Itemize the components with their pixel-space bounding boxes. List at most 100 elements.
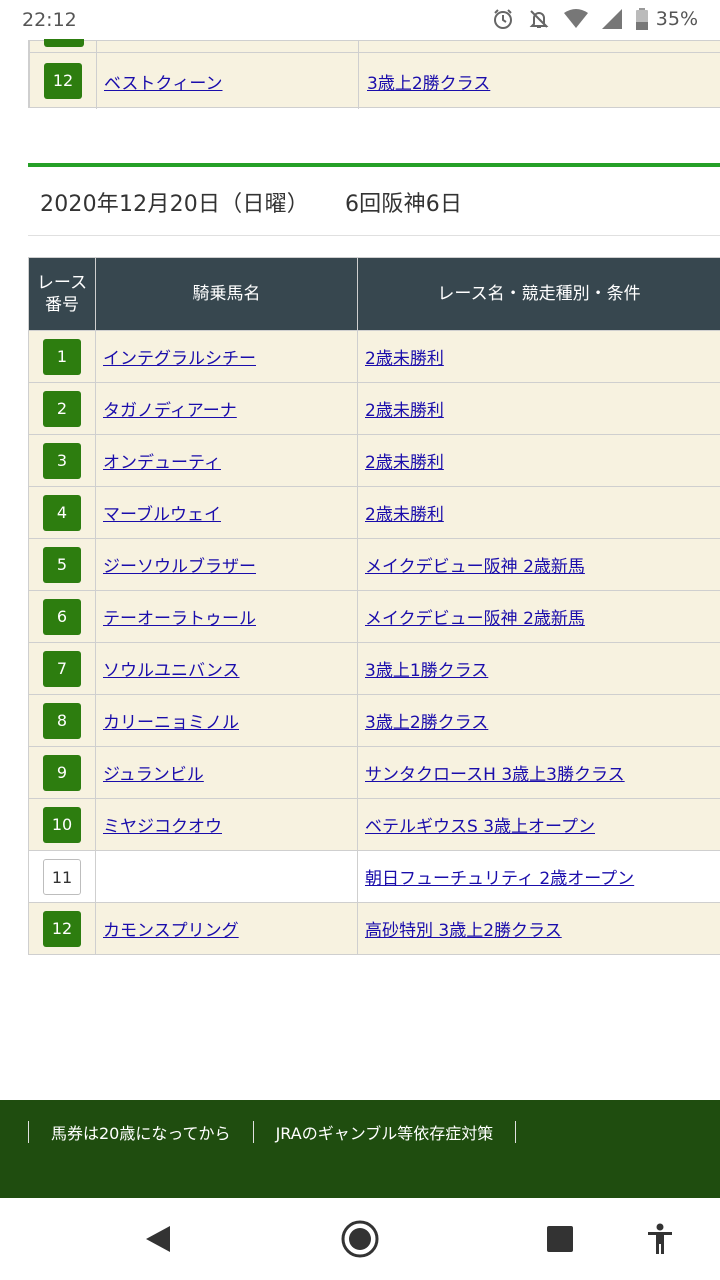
table-row: 8 カリーニョミノル 3歳上2勝クラス xyxy=(28,694,720,747)
race-rows: 1 インテグラルシチー 2歳未勝利 2 タガノディアーナ 2歳未勝利 3 オンデューティ 2歳未… xyxy=(28,330,720,955)
horse-link[interactable]: ベストクィーン xyxy=(104,69,223,94)
header-race-number: レース 番号 xyxy=(28,257,96,331)
horse-name-cell: インテグラルシチー xyxy=(95,330,358,383)
race-link[interactable]: 朝日フューチュリティ 2歳オープン xyxy=(365,869,634,889)
race-link[interactable]: 2歳未勝利 xyxy=(365,453,444,473)
header-horse-name: 騎乗馬名 xyxy=(95,257,358,331)
section-divider xyxy=(28,163,720,167)
race-number-cell: 7 xyxy=(28,642,96,695)
recents-button[interactable] xyxy=(520,1198,600,1280)
race-info-cell: 高砂特別 3歳上2勝クラス xyxy=(357,902,720,955)
table-row: 6 テーオーラトゥール メイクデビュー阪神 2歳新馬 xyxy=(28,590,720,643)
race-info-cell: 3歳上2勝クラス xyxy=(357,694,720,747)
race-info-cell: メイクデビュー阪神 2歳新馬 xyxy=(357,590,720,643)
race-number-cell: 9 xyxy=(28,746,96,799)
race-number-badge: 10 xyxy=(43,806,81,843)
race-link[interactable]: ベテルギウスS 3歳上オープン xyxy=(365,817,595,837)
back-icon xyxy=(146,1226,170,1252)
race-link[interactable]: 2歳未勝利 xyxy=(365,401,444,421)
horse-link[interactable]: ジュランビル xyxy=(103,765,204,785)
status-bar: 22:12 35% xyxy=(0,0,720,42)
table-row: 9 ジュランビル サンタクロースH 3歳上3勝クラス xyxy=(28,746,720,799)
heading-divider xyxy=(28,235,720,236)
horse-link[interactable]: カモンスプリング xyxy=(103,921,239,941)
race-number-badge: 5 xyxy=(43,546,81,583)
table-row: 10 ミヤジコクオウ ベテルギウスS 3歳上オープン xyxy=(28,798,720,851)
back-button[interactable] xyxy=(118,1198,198,1280)
race-info-cell: 3歳上1勝クラス xyxy=(357,642,720,695)
home-icon xyxy=(341,1220,379,1258)
race-info-cell: 2歳未勝利 xyxy=(357,330,720,383)
race-link[interactable]: 3歳上2勝クラス xyxy=(365,713,488,733)
race-info-cell: 2歳未勝利 xyxy=(357,434,720,487)
race-venue: 6回阪神6日 xyxy=(344,192,463,217)
recents-icon xyxy=(547,1226,573,1252)
accessibility-icon xyxy=(648,1223,672,1254)
table-row: 12 カモンスプリング 高砂特別 3歳上2勝クラス xyxy=(28,902,720,955)
table-header-row: レース 番号 騎乗馬名 レース名・競走種別・条件 xyxy=(28,257,720,331)
status-time: 22:12 xyxy=(22,9,77,31)
horse-name-cell: ジーソウルブラザー xyxy=(95,538,358,591)
race-link[interactable]: 3歳上1勝クラス xyxy=(365,661,488,681)
race-link[interactable]: メイクデビュー阪神 2歳新馬 xyxy=(365,609,585,629)
horse-link[interactable]: テーオーラトゥール xyxy=(103,609,256,629)
navigation-bar xyxy=(0,1198,720,1280)
race-number-badge: 2 xyxy=(43,390,81,427)
horse-name-cell: マーブルウェイ xyxy=(95,486,358,539)
race-info-cell: 2歳未勝利 xyxy=(357,382,720,435)
race-number-cell: 8 xyxy=(28,694,96,747)
race-number-badge: 9 xyxy=(43,754,81,791)
race-link[interactable]: 高砂特別 3歳上2勝クラス xyxy=(365,921,562,941)
race-number-badge-partial xyxy=(44,39,84,47)
race-number-badge: 4 xyxy=(43,494,81,531)
table-row: 11 朝日フューチュリティ 2歳オープン xyxy=(28,850,720,903)
race-table: レース 番号 騎乗馬名 レース名・競走種別・条件 1 インテグラルシチー 2歳未勝利 2… xyxy=(28,257,720,955)
race-link[interactable]: 2歳未勝利 xyxy=(365,349,444,369)
horse-link[interactable]: ソウルユニバンス xyxy=(103,661,240,681)
horse-link[interactable]: ミヤジコクオウ xyxy=(103,817,222,837)
home-button[interactable] xyxy=(320,1198,400,1280)
horse-name-cell: ミヤジコクオウ xyxy=(95,798,358,851)
race-number-badge: 11 xyxy=(43,858,81,895)
horse-name-cell: カリーニョミノル xyxy=(95,694,358,747)
previous-race-table: 12 ベストクィーン 3歳上2勝クラス xyxy=(28,39,720,109)
race-info-cell: メイクデビュー阪神 2歳新馬 xyxy=(357,538,720,591)
race-number-cell: 4 xyxy=(28,486,96,539)
race-number-badge: 1 xyxy=(43,338,81,375)
horse-link[interactable]: オンデューティ xyxy=(103,453,221,473)
race-link[interactable]: 2歳未勝利 xyxy=(365,505,444,525)
race-info-cell: 2歳未勝利 xyxy=(357,486,720,539)
race-info-cell: ベテルギウスS 3歳上オープン xyxy=(357,798,720,851)
footer-link-age[interactable]: 馬券は20歳になってから xyxy=(29,1120,253,1144)
race-number-cell: 1 xyxy=(28,330,96,383)
race-number-cell: 11 xyxy=(28,850,96,903)
footer-link-addiction[interactable]: JRAのギャンブル等依存症対策 xyxy=(254,1120,516,1144)
horse-link[interactable]: ジーソウルブラザー xyxy=(103,557,256,577)
horse-name-cell: テーオーラトゥール xyxy=(95,590,358,643)
race-info-cell: サンタクロースH 3歳上3勝クラス xyxy=(357,746,720,799)
notifications-off-icon xyxy=(528,8,550,30)
horse-link[interactable]: カリーニョミノル xyxy=(103,713,239,733)
race-link[interactable]: 3歳上2勝クラス xyxy=(367,69,490,94)
race-link[interactable]: サンタクロースH 3歳上3勝クラス xyxy=(365,765,625,785)
race-number-badge: 12 xyxy=(43,910,81,947)
table-row: 5 ジーソウルブラザー メイクデビュー阪神 2歳新馬 xyxy=(28,538,720,591)
header-race-info: レース名・競走種別・条件 xyxy=(357,257,720,331)
race-number-cell: 5 xyxy=(28,538,96,591)
table-row: 7 ソウルユニバンス 3歳上1勝クラス xyxy=(28,642,720,695)
horse-name-cell xyxy=(95,850,358,903)
footer: 馬券は20歳になってから JRAのギャンブル等依存症対策 xyxy=(0,1100,720,1198)
footer-links: 馬券は20歳になってから JRAのギャンブル等依存症対策 xyxy=(28,1120,517,1144)
race-link[interactable]: メイクデビュー阪神 2歳新馬 xyxy=(365,557,585,577)
horse-name-cell: カモンスプリング xyxy=(95,902,358,955)
race-number-cell: 10 xyxy=(28,798,96,851)
accessibility-button[interactable] xyxy=(620,1198,700,1280)
horse-name-cell: ジュランビル xyxy=(95,746,358,799)
race-date: 2020年12月20日（日曜） xyxy=(40,192,309,217)
horse-link[interactable]: マーブルウェイ xyxy=(103,505,221,525)
table-row: 1 インテグラルシチー 2歳未勝利 xyxy=(28,330,720,383)
race-number-cell: 6 xyxy=(28,590,96,643)
horse-link[interactable]: インテグラルシチー xyxy=(103,349,256,369)
horse-link[interactable]: タガノディアーナ xyxy=(103,401,237,421)
race-info-cell: 朝日フューチュリティ 2歳オープン xyxy=(357,850,720,903)
